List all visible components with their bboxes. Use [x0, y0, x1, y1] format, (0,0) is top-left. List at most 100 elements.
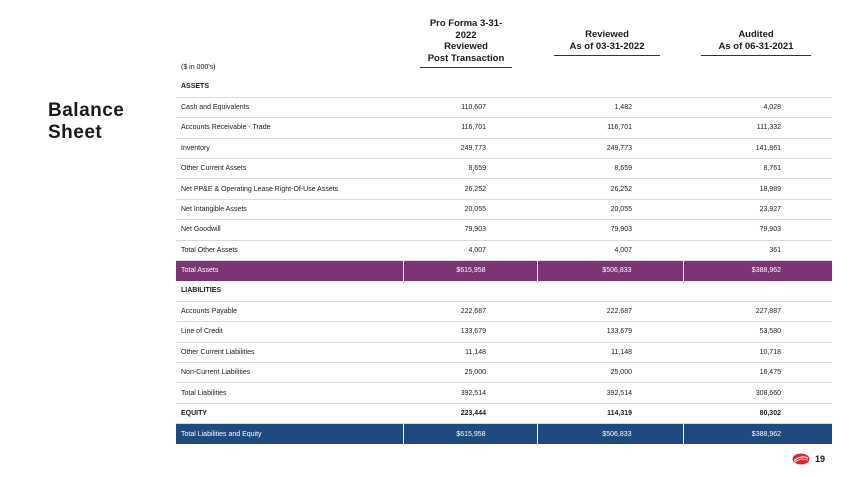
table-row: Total Liabilities and Equity $615,958 $506…: [176, 423, 832, 445]
row-value: $506,833: [536, 423, 683, 445]
row-value: 79,903: [537, 219, 683, 241]
row-value: 141,861: [683, 138, 832, 160]
column-header-underline: [420, 67, 512, 68]
column-header-audited: Audited As of 06-31-2021: [701, 29, 811, 56]
row-value: $615,958: [402, 260, 537, 281]
row-value: $388,962: [682, 423, 832, 445]
row-value: 1,482: [537, 97, 683, 119]
row-label: Accounts Payable: [176, 301, 403, 323]
table-row: LIABILITIES: [176, 280, 832, 302]
row-value: 308,660: [683, 382, 832, 404]
table-row: Total Assets $615,958 $506,833 $388,962: [176, 260, 832, 281]
row-label: ASSETS: [176, 77, 403, 98]
table-row: Net PP&E & Operating Lease Right-Of-Use …: [176, 178, 832, 200]
row-label: Cash and Equivalents: [176, 97, 403, 119]
row-value: 23,927: [683, 199, 832, 221]
row-label: Total Assets: [176, 260, 403, 281]
table-row: Other Current Liabilities 11,148 11,148 10,…: [176, 342, 832, 363]
row-value: $506,833: [536, 260, 683, 281]
row-label: Other Current Assets: [176, 158, 403, 180]
row-value: 223,444: [403, 403, 537, 425]
row-value: 10,718: [683, 342, 832, 363]
row-value: 80,302: [683, 403, 832, 425]
column-header-pro-forma: Pro Forma 3-31-2022 Reviewed Post Transa…: [420, 18, 512, 68]
row-value: [683, 77, 832, 98]
row-value: 4,007: [403, 240, 537, 262]
column-header-line: As of 06-31-2021: [718, 40, 794, 52]
table-row: Other Current Assets 8,659 8,659 8,761: [176, 158, 832, 180]
row-value: 110,607: [403, 97, 537, 119]
table-row: Non-Current Liabilities 25,000 25,000 16,47…: [176, 362, 832, 384]
row-label: Total Liabilities and Equity: [176, 423, 403, 445]
row-value: 116,701: [537, 117, 683, 139]
row-value: 116,701: [403, 117, 537, 139]
row-value: 4,028: [683, 97, 832, 119]
column-header-underline: [554, 55, 660, 56]
row-value: 222,687: [403, 301, 537, 323]
company-logo-icon: [792, 453, 810, 465]
footer: 19: [792, 453, 825, 465]
row-label: EQUITY: [176, 403, 403, 425]
column-header-underline: [701, 55, 811, 56]
table-row: Inventory 249,773 249,773 141,861: [176, 138, 832, 160]
row-value: 133,679: [537, 321, 683, 343]
column-header-reviewed: Reviewed As of 03-31-2022: [554, 29, 660, 56]
row-value: 392,514: [403, 382, 537, 404]
table-row: Total Other Assets 4,007 4,007 361: [176, 240, 832, 262]
row-value: 114,319: [537, 403, 683, 425]
row-label: Net Goodwill: [176, 219, 403, 241]
column-header-line: Reviewed: [444, 41, 488, 52]
row-value: [683, 280, 832, 302]
row-value: [403, 77, 537, 98]
row-value: 20,055: [403, 199, 537, 221]
row-value: 8,659: [403, 158, 537, 180]
row-value: 11,148: [537, 342, 683, 363]
row-value: 227,887: [683, 301, 832, 323]
row-label: Non-Current Liabilities: [176, 362, 403, 384]
table-row: Cash and Equivalents 110,607 1,482 4,028: [176, 97, 832, 119]
row-label: Total Other Assets: [176, 240, 403, 262]
column-header-line: As of 03-31-2022: [569, 40, 645, 52]
row-value: 79,903: [403, 219, 537, 241]
row-value: [403, 280, 537, 302]
units-label: ($ in 000's): [181, 64, 216, 71]
row-value: 26,252: [403, 178, 537, 200]
table-row: Line of Credit 133,679 133,679 53,580: [176, 321, 832, 343]
row-value: 79,903: [683, 219, 832, 241]
row-value: 53,580: [683, 321, 832, 343]
table-row: Net Goodwill 79,903 79,903 79,903: [176, 219, 832, 241]
column-header-line: Pro Forma 3-31-2022: [429, 18, 503, 41]
column-header-line: Audited: [738, 29, 774, 40]
column-header-line: Reviewed: [585, 29, 629, 40]
slide-title: Balance Sheet: [48, 100, 124, 144]
row-label: LIABILITIES: [176, 280, 403, 302]
balance-sheet-table: ASSETS Cash and Equivalents 110,607 1,482 4,…: [176, 77, 832, 445]
row-value: 111,332: [683, 117, 832, 139]
row-value: 25,000: [403, 362, 537, 384]
row-value: 20,055: [537, 199, 683, 221]
row-value: 222,687: [537, 301, 683, 323]
row-label: Other Current Liabilities: [176, 342, 403, 363]
row-label: Net Intangible Assets: [176, 199, 403, 221]
table-row: ASSETS: [176, 77, 832, 98]
row-label: Total Liabilities: [176, 382, 403, 404]
row-value: 8,761: [683, 158, 832, 180]
row-value: 249,773: [537, 138, 683, 160]
table-row: EQUITY 223,444 114,319 80,302: [176, 403, 832, 425]
row-value: $388,962: [682, 260, 832, 281]
table-row: Total Liabilities 392,514 392,514 308,660: [176, 382, 832, 404]
row-value: 8,659: [537, 158, 683, 180]
row-label: Inventory: [176, 138, 403, 160]
row-value: 4,007: [537, 240, 683, 262]
row-value: 361: [683, 240, 832, 262]
page-number: 19: [815, 454, 826, 464]
row-label: Accounts Receivable - Trade: [176, 117, 403, 139]
row-value: 16,475: [683, 362, 832, 384]
row-value: 18,989: [683, 178, 832, 200]
table-row: Accounts Receivable - Trade 116,701 116,70…: [176, 117, 832, 139]
table-row: Accounts Payable 222,687 222,687 227,887: [176, 301, 832, 323]
row-value: 25,000: [537, 362, 683, 384]
row-label: Net PP&E & Operating Lease Right-Of-Use …: [176, 178, 403, 200]
row-value: 133,679: [403, 321, 537, 343]
row-value: [537, 280, 683, 302]
